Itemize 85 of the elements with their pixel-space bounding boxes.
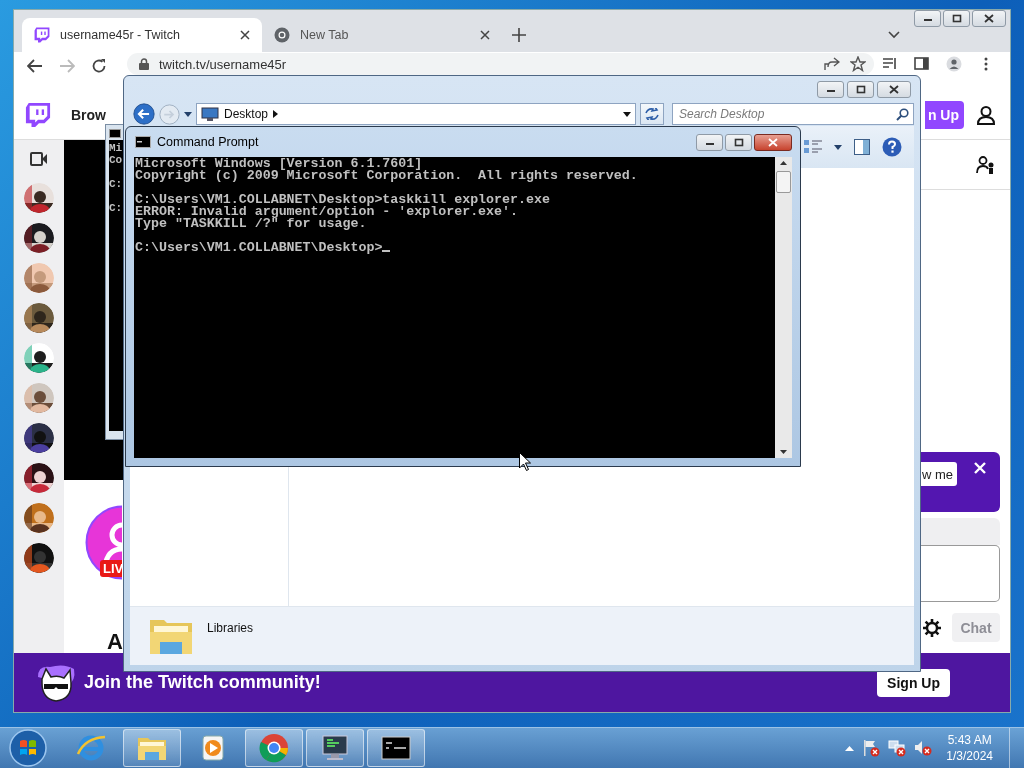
dropdown-arrow-icon[interactable] xyxy=(184,111,192,117)
share-icon[interactable] xyxy=(824,57,840,71)
console-text: Type "TASKKILL /?" for usage. xyxy=(135,218,367,230)
reload-icon[interactable] xyxy=(91,58,107,74)
refresh-button[interactable] xyxy=(640,103,664,125)
sign-up-button[interactable]: Sign Up xyxy=(877,668,950,697)
speaker-icon[interactable] xyxy=(914,739,933,757)
console-text: Microsoft Windows [Version 6.1.7601] xyxy=(135,158,423,170)
close-icon xyxy=(768,137,778,147)
taskbar-button[interactable] xyxy=(306,729,364,767)
console-icon xyxy=(135,136,151,148)
wheel-icon xyxy=(258,732,290,764)
browser-tab[interactable]: username45r - Twitch xyxy=(22,18,262,52)
speech-bubble-logo-icon xyxy=(34,27,50,43)
banner-text: Join the Twitch community! xyxy=(84,672,321,693)
help-icon[interactable] xyxy=(882,137,902,157)
scroll-up-icon[interactable] xyxy=(780,161,787,165)
close-icon[interactable] xyxy=(240,30,250,40)
chat-input[interactable] xyxy=(920,545,1000,602)
speech-bubble-logo-icon[interactable] xyxy=(25,100,51,129)
close-button[interactable] xyxy=(877,80,911,98)
lock-icon xyxy=(139,58,149,70)
console-text: ERROR: Invalid argument/option - 'explorer.exe'. xyxy=(135,206,518,218)
sign-up-button[interactable]: n Up xyxy=(924,100,964,129)
close-button[interactable] xyxy=(972,10,1006,27)
console-text: C: xyxy=(109,202,123,214)
console-text: C:\Users\VM1.COLLABNET\Desktop> xyxy=(135,240,383,255)
start-orb-icon[interactable] xyxy=(9,729,47,767)
search-icon[interactable] xyxy=(896,108,909,121)
console-text: Co xyxy=(109,154,123,166)
flag-icon[interactable] xyxy=(862,739,881,757)
close-icon xyxy=(889,84,899,94)
folder-name: Libraries xyxy=(207,621,254,635)
reading-list-icon[interactable] xyxy=(882,56,898,72)
maximize-icon xyxy=(733,137,744,147)
settings-icon[interactable] xyxy=(923,618,941,637)
minimize-button[interactable] xyxy=(817,80,844,98)
maximize-button[interactable] xyxy=(725,133,752,151)
new-tab-icon[interactable] xyxy=(512,28,526,42)
scroll-down-icon[interactable] xyxy=(780,450,787,454)
chevron-down-icon[interactable] xyxy=(888,31,900,39)
console-text: C:\Users\VM1.COLLABNET\Desktop>taskkill explorer.exe xyxy=(135,194,551,206)
console-text: Copyright (c) 2009 Microsoft Corporation. All rights reserved. xyxy=(135,170,639,182)
taskbar-button[interactable] xyxy=(367,729,425,767)
maximize-icon xyxy=(951,14,962,23)
console-text: C: xyxy=(109,178,123,190)
close-icon[interactable] xyxy=(480,30,490,40)
address-bar[interactable]: twitch.tv/username45r xyxy=(127,53,874,75)
user-icon[interactable] xyxy=(976,104,996,125)
network-icon[interactable] xyxy=(888,739,907,757)
monitor-icon xyxy=(201,107,219,121)
circle-logo-icon xyxy=(274,27,290,43)
follow-button[interactable]: w me xyxy=(920,462,958,486)
search-field[interactable]: Search Desktop xyxy=(672,103,914,125)
maximize-button[interactable] xyxy=(847,80,874,98)
clock-date[interactable]: 1/3/2024 xyxy=(946,748,993,764)
minimize-button[interactable] xyxy=(696,133,723,151)
close-button[interactable] xyxy=(754,133,792,151)
url-text: twitch.tv/username45r xyxy=(159,56,287,72)
maximize-button[interactable] xyxy=(943,10,970,27)
window-title: Command Prompt xyxy=(157,135,259,149)
back-arrow-icon[interactable] xyxy=(27,58,43,74)
side-panel-icon[interactable] xyxy=(914,56,930,72)
scroll-thumb[interactable] xyxy=(776,171,791,193)
breadcrumb[interactable]: Desktop xyxy=(224,107,269,121)
address-bar[interactable]: Desktop xyxy=(196,103,636,125)
star-icon[interactable] xyxy=(850,56,866,72)
preview-pane-icon[interactable] xyxy=(854,139,870,155)
video-camera-icon[interactable] xyxy=(30,152,48,166)
chevron-up-icon[interactable] xyxy=(845,745,855,751)
breadcrumb-arrow-icon[interactable] xyxy=(273,110,279,118)
console-icon xyxy=(109,129,121,138)
profile-icon[interactable] xyxy=(946,56,962,72)
minimize-button[interactable] xyxy=(914,10,941,27)
dropdown-arrow-icon[interactable] xyxy=(834,144,842,150)
console-text: Mi xyxy=(109,142,123,154)
dropdown-arrow-icon[interactable] xyxy=(623,111,631,117)
refresh-icon xyxy=(645,108,659,120)
browser-tab[interactable]: New Tab xyxy=(262,18,502,52)
nav-link[interactable]: Brow xyxy=(71,106,106,123)
heading: A xyxy=(107,632,124,652)
maximize-icon xyxy=(855,84,866,94)
users-icon[interactable] xyxy=(976,154,996,175)
close-icon xyxy=(984,14,994,23)
scrollbar[interactable] xyxy=(775,157,792,458)
